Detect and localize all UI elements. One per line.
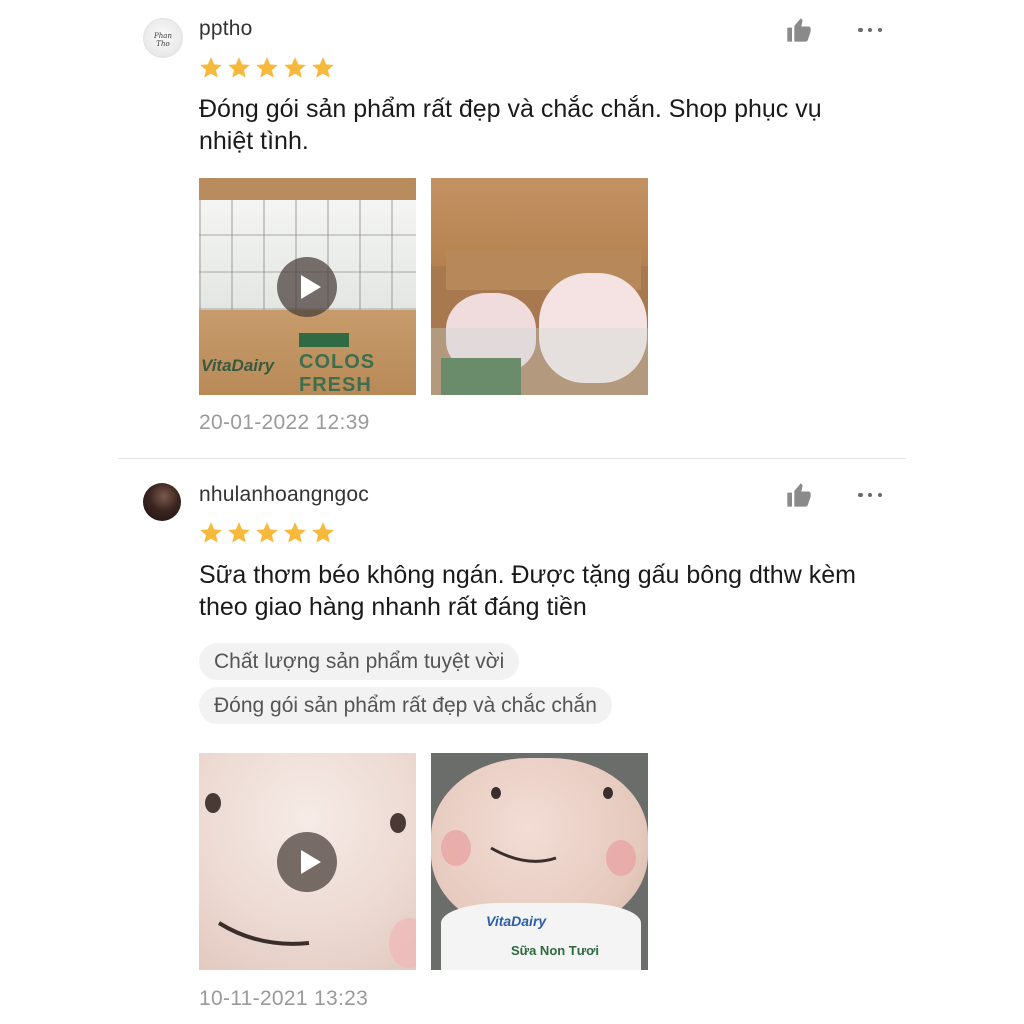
username[interactable]: pptho xyxy=(199,17,253,41)
star-icon xyxy=(256,522,278,543)
star-icon xyxy=(312,57,334,78)
play-icon[interactable] xyxy=(277,832,337,892)
brand-text: VitaDairy xyxy=(201,356,275,375)
star-icon xyxy=(312,522,334,543)
star-icon xyxy=(256,57,278,78)
star-icon xyxy=(284,522,306,543)
review-item: nhulanhoangngoc Sữa thơm béo không ngán.… xyxy=(0,459,1024,1024)
avatar[interactable]: Phan Tho xyxy=(143,18,183,58)
brand-text: VitaDairy xyxy=(486,913,547,929)
more-horizontal-icon[interactable] xyxy=(858,483,882,507)
star-icon xyxy=(200,57,222,78)
review-tag: Chất lượng sản phẩm tuyệt vời xyxy=(199,643,520,680)
rating-stars xyxy=(198,520,336,546)
review-video-thumbnail[interactable]: VitaDairy COLOS FRESH xyxy=(199,178,416,395)
star-icon xyxy=(200,522,222,543)
review-image-thumbnail[interactable] xyxy=(431,178,648,395)
review-tag: Đóng gói sản phẩm rất đẹp và chắc chắn xyxy=(199,687,612,724)
review-item: Phan Tho pptho Đóng gói sản phẩm rất đẹp… xyxy=(0,0,1024,458)
username[interactable]: nhulanhoangngoc xyxy=(199,483,369,507)
avatar[interactable] xyxy=(143,483,181,521)
review-comment: Sữa thơm béo không ngán. Được tặng gấu b… xyxy=(199,561,856,621)
more-horizontal-icon[interactable] xyxy=(858,18,882,42)
thumbs-up-icon[interactable] xyxy=(785,481,813,509)
review-video-thumbnail[interactable] xyxy=(199,753,416,970)
thumbs-up-icon[interactable] xyxy=(785,16,813,44)
review-comment: Đóng gói sản phẩm rất đẹp và chắc chắn. … xyxy=(199,95,822,155)
product-text-2: FRESH xyxy=(299,374,372,395)
review-timestamp: 10-11-2021 13:23 xyxy=(199,987,369,1010)
star-icon xyxy=(228,522,250,543)
review-timestamp: 20-01-2022 12:39 xyxy=(199,411,370,434)
product-text: Sữa Non Tươi xyxy=(511,943,600,958)
product-text: COLOS xyxy=(299,351,376,373)
rating-stars xyxy=(198,55,336,81)
play-icon[interactable] xyxy=(277,257,337,317)
star-icon xyxy=(228,57,250,78)
star-icon xyxy=(284,57,306,78)
review-image-thumbnail[interactable]: VitaDairy Sữa Non Tươi xyxy=(431,753,648,970)
